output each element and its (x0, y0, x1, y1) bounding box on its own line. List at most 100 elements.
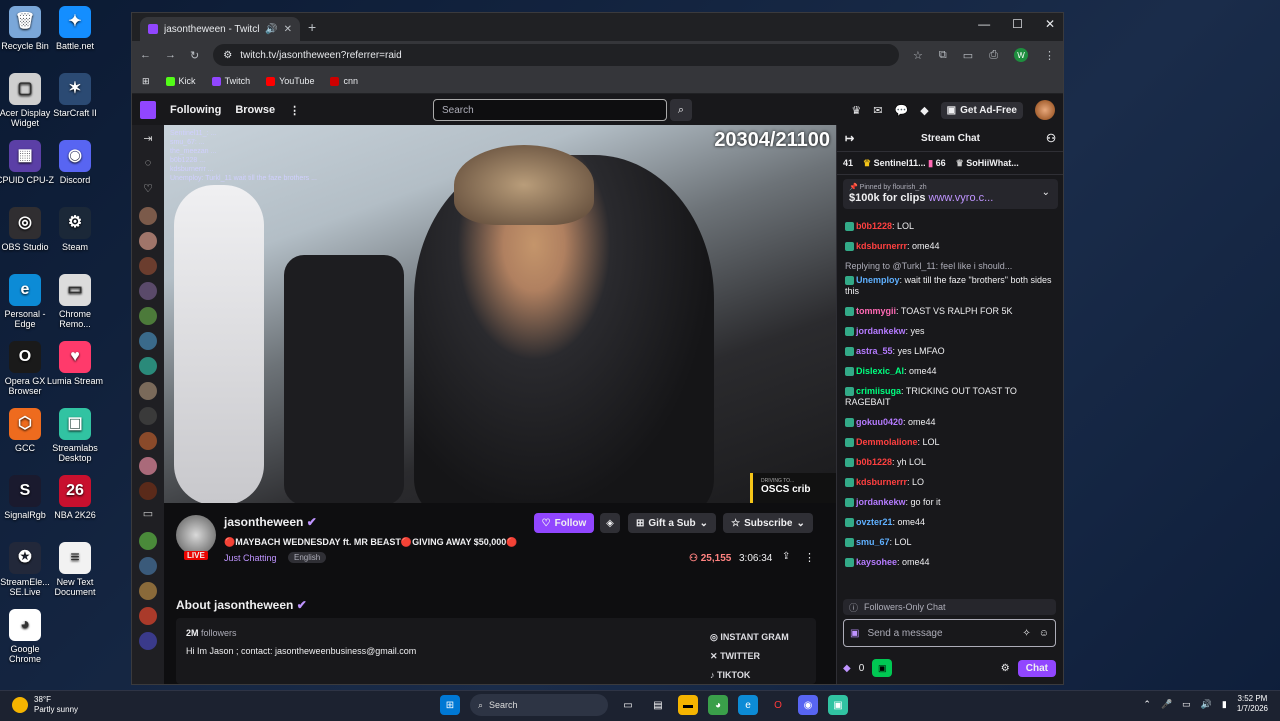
channel-avatar[interactable] (139, 382, 157, 400)
desktop-icon[interactable]: ⚙ Steam (45, 207, 105, 252)
chat-message[interactable]: Replying to @Turkl_11: feel like i shoul… (845, 261, 1056, 297)
desktop-icon[interactable]: ♥ Lumia Stream (45, 341, 105, 386)
channel-avatar[interactable] (139, 232, 157, 250)
chevron-up-icon[interactable]: ⌃ (1143, 699, 1151, 710)
bookmark-cnn[interactable]: cnn (330, 76, 358, 86)
minimize-button[interactable]: — (978, 17, 990, 31)
close-tab-icon[interactable]: ✕ (284, 24, 292, 35)
notification-button[interactable]: ◈ (600, 513, 620, 533)
pinned-link[interactable]: www.vyro.c... (929, 192, 994, 204)
chat-message[interactable]: kdsburnerrr: ome44 (845, 241, 1056, 252)
more-options-icon[interactable]: ⋮ (804, 551, 815, 564)
get-ad-free-button[interactable]: ▣ Get Ad-Free (940, 101, 1023, 119)
chat-username[interactable]: crimiisuga (856, 386, 901, 396)
start-icon[interactable]: ⊞ (440, 695, 460, 715)
recommended-icon[interactable]: ◌ (139, 157, 157, 175)
chat-username[interactable]: b0b1228 (856, 221, 892, 231)
chat-message[interactable]: gokuu0420: ome44 (845, 417, 1056, 428)
channel-avatar[interactable] (139, 532, 157, 550)
save-icon[interactable]: ⎙ (989, 49, 998, 62)
bookmark-star-icon[interactable]: ☆ (913, 49, 923, 62)
reload-icon[interactable]: ↻ (190, 49, 199, 62)
leaderboard-entry[interactable]: ♛ SoHiiWhat... (956, 158, 1019, 169)
mic-icon[interactable]: 🎤 (1161, 699, 1172, 710)
instagram-link[interactable]: ◎ INSTANT GRAM (710, 628, 789, 647)
chat-message[interactable]: kdsburnerrr: LO (845, 477, 1056, 488)
chat-username[interactable]: ovzter21 (856, 517, 893, 527)
chat-username[interactable]: astra_55 (856, 346, 893, 356)
channel-avatar[interactable] (139, 407, 157, 425)
chat-message[interactable]: b0b1228: yh LOL (845, 457, 1056, 468)
inbox-icon[interactable]: ✉ (873, 104, 882, 117)
speaker-icon[interactable]: 🔊 (265, 24, 277, 35)
channel-points-button[interactable]: ▣ (872, 659, 893, 677)
nav-following[interactable]: Following (170, 104, 221, 116)
chat-message[interactable]: ovzter21: ome44 (845, 517, 1056, 528)
maximize-button[interactable]: ☐ (1012, 17, 1023, 31)
channel-avatar[interactable] (139, 557, 157, 575)
prime-crown-icon[interactable]: ♛ (851, 104, 861, 117)
twitch-logo-icon[interactable] (140, 101, 156, 119)
chat-username[interactable]: kaysohee (856, 557, 897, 567)
chat-message[interactable]: crimiisuga: TRICKING OUT TOAST TO RAGEBA… (845, 386, 1056, 408)
bookmark-twitch[interactable]: Twitch (211, 76, 250, 86)
chat-username[interactable]: kdsburnerrr (856, 477, 907, 487)
chat-username[interactable]: jordankekw (856, 497, 906, 507)
channel-avatar[interactable] (139, 332, 157, 350)
chat-username[interactable]: tommygii (856, 306, 896, 316)
sparkle-icon[interactable]: ✧ (1022, 628, 1030, 639)
channel-avatar[interactable] (139, 207, 157, 225)
desktop-icon[interactable]: ✶ StarCraft II (45, 73, 105, 118)
clock[interactable]: 3:52 PM 1/7/2026 (1237, 694, 1268, 714)
chat-input[interactable]: ▣ Send a message ✧ ☺ (843, 619, 1056, 647)
channel-avatar[interactable] (139, 432, 157, 450)
desktop-icon[interactable]: 26 NBA 2K26 (45, 475, 105, 520)
camera-icon[interactable]: ▭ (139, 507, 157, 525)
sidepanel-icon[interactable]: ▭ (963, 49, 973, 62)
chat-message[interactable]: Dislexic_Al: ome44 (845, 366, 1056, 377)
search-button[interactable]: ⌕ (670, 99, 692, 121)
channel-avatar[interactable] (139, 357, 157, 375)
taskbar-search[interactable]: ⌕ Search (470, 694, 608, 716)
language-tag[interactable]: English (288, 552, 327, 563)
chat-username[interactable]: jordankekw (856, 326, 906, 336)
channel-avatar[interactable] (139, 457, 157, 475)
streamlabs-icon[interactable]: ▣ (828, 695, 848, 715)
edge-icon[interactable]: e (738, 695, 758, 715)
discord-icon[interactable]: ◉ (798, 695, 818, 715)
nav-browse[interactable]: Browse (235, 104, 275, 116)
desktop-icon[interactable]: ▭ Chrome Remo... (45, 274, 105, 329)
channel-avatar[interactable] (139, 307, 157, 325)
share-icon[interactable]: ⇪ (782, 551, 790, 562)
widgets-icon[interactable]: ▤ (648, 695, 668, 715)
search-input[interactable]: Search (433, 99, 667, 121)
category-link[interactable]: Just Chatting (224, 553, 277, 563)
desktop-icon[interactable]: ≡ New Text Document (45, 542, 105, 597)
chat-message[interactable]: astra_55: yes LMFAO (845, 346, 1056, 357)
chat-message[interactable]: jordankekw: go for it (845, 497, 1056, 508)
channel-avatar[interactable] (139, 257, 157, 275)
forward-icon[interactable]: → (165, 49, 176, 61)
settings-icon[interactable]: ⚙ (1001, 663, 1010, 674)
chrome-icon[interactable]: ◕ (708, 695, 728, 715)
bookmark-kick[interactable]: Kick (165, 76, 196, 86)
channel-name[interactable]: jasontheween ✔ (224, 515, 317, 529)
bookmark-youtube[interactable]: YouTube (266, 76, 314, 86)
collapse-chat-icon[interactable]: ↦ (845, 132, 854, 145)
profile-avatar[interactable]: W (1014, 48, 1028, 62)
gift-sub-button[interactable]: ⊞ Gift a Sub ⌄ (628, 513, 716, 533)
chat-username[interactable]: gokuu0420 (856, 417, 903, 427)
chat-username[interactable]: smu_67 (856, 537, 890, 547)
channel-avatar[interactable] (139, 582, 157, 600)
subscribe-button[interactable]: ☆ Subscribe ⌄ (723, 513, 813, 533)
chat-message[interactable]: kaysohee: ome44 (845, 557, 1056, 568)
chat-username[interactable]: kdsburnerrr (856, 241, 907, 251)
new-tab-button[interactable]: + (308, 19, 316, 35)
opera-gx-icon[interactable]: O (768, 695, 788, 715)
desktop-icon[interactable]: ◕ Google Chrome (0, 609, 55, 664)
desktop-icon[interactable]: ▣ Streamlabs Desktop (45, 408, 105, 463)
video-player[interactable]: Sentinel11_: ... smu_67: ... the_meezan ..… (164, 125, 836, 503)
emoji-icon[interactable]: ☺ (1039, 628, 1049, 639)
emote-badge-icon[interactable]: ▣ (850, 628, 859, 639)
desktop-icon[interactable]: ✦ Battle.net (45, 6, 105, 51)
